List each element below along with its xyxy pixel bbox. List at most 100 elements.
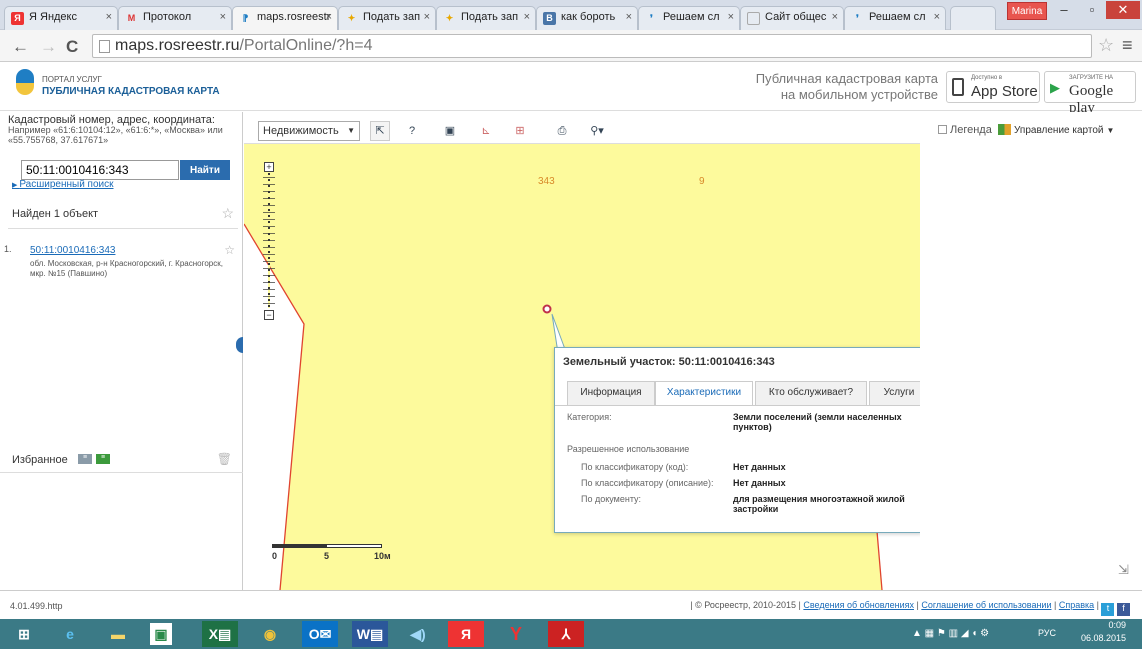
google-play-button[interactable]: ▶ ЗАГРУЗИТЕ НА Google play: [1044, 71, 1136, 116]
outlook-icon[interactable]: O✉: [302, 621, 338, 647]
divider: [555, 405, 920, 406]
cadastral-search-input[interactable]: [21, 160, 179, 180]
reload-icon[interactable]: C: [66, 37, 78, 57]
checkbox[interactable]: [938, 125, 947, 134]
list-item[interactable]: 1. 50:11:0010416:343 ☆ обл. Московская, …: [4, 243, 235, 279]
word-icon[interactable]: W▤: [352, 621, 388, 647]
zoom-in-button[interactable]: +: [264, 162, 274, 172]
tab-info[interactable]: Информация: [567, 381, 655, 405]
close-icon[interactable]: ×: [106, 11, 112, 23]
start-icon[interactable]: ⊞: [6, 621, 42, 647]
chrome-icon[interactable]: ◉: [252, 621, 288, 647]
minimize-icon[interactable]: –: [1050, 1, 1078, 19]
close-icon[interactable]: ×: [220, 11, 226, 23]
yandex-browser-icon[interactable]: Y: [498, 621, 534, 647]
portal-header: ПОРТАЛ УСЛУГ ПУБЛИЧНАЯ КАДАСТРОВАЯ КАРТА…: [0, 63, 1142, 116]
new-tab-button[interactable]: [950, 6, 996, 30]
layer-select[interactable]: Недвижимость ▼: [258, 121, 360, 141]
twitter-icon[interactable]: t: [1101, 603, 1115, 616]
tab-how-to-fight[interactable]: Вкак бороть ×: [536, 6, 638, 30]
close-icon[interactable]: ×: [326, 11, 332, 23]
tab-yandex[interactable]: ЯЯ Яндекс ×: [4, 6, 118, 30]
find-button[interactable]: Найти: [180, 160, 230, 180]
close-icon[interactable]: ×: [728, 11, 734, 23]
store-icon[interactable]: ▣: [150, 623, 172, 645]
tray-icons[interactable]: ▲ ▦ ⚑ ▥ ◢ ◖ ⚙: [912, 628, 989, 639]
area-icon[interactable]: ⊞: [510, 121, 530, 141]
maximize-icon[interactable]: ▫: [1078, 1, 1106, 19]
tab-rosreestr[interactable]: ⁋ maps.rosreestr ×: [232, 6, 338, 31]
agreement-link[interactable]: Соглашение об использовании: [921, 600, 1051, 610]
yandex-icon: Я: [11, 12, 24, 25]
close-window-icon[interactable]: ✕: [1106, 1, 1140, 19]
info-box-icon[interactable]: ▣: [440, 121, 460, 141]
app-store-button[interactable]: Доступно в App Store: [946, 71, 1040, 103]
tab-protocol[interactable]: M Протокол ×: [118, 6, 232, 30]
parcel-popup[interactable]: Земельный участок: 50:11:0010416:343 Инф…: [554, 347, 920, 533]
advanced-search-link[interactable]: ▶ Расширенный поиск: [12, 179, 114, 190]
logo-title[interactable]: ПУБЛИЧНАЯ КАДАСТРОВАЯ КАРТА: [42, 86, 220, 97]
resize-icon[interactable]: ⇲: [1118, 562, 1129, 578]
tab-services[interactable]: Услуги: [869, 381, 920, 405]
forward-icon[interactable]: →: [40, 37, 57, 57]
result-link[interactable]: 50:11:0010416:343: [30, 245, 115, 256]
tab-solve-2[interactable]: ❜ Решаем сл ×: [844, 6, 946, 30]
help-link[interactable]: Справка: [1059, 600, 1094, 610]
measure-icon[interactable]: ⊾: [476, 121, 496, 141]
trash-icon[interactable]: 🗑: [217, 452, 232, 466]
yandex-icon[interactable]: Я: [448, 621, 484, 647]
menu-icon[interactable]: ≡: [1122, 35, 1133, 56]
tab-submit-1[interactable]: ✦ Подать зап ×: [338, 6, 436, 30]
clock[interactable]: 0:09 06.08.2015: [1081, 619, 1126, 645]
page-icon: [99, 40, 110, 53]
category-value: Земли поселений (земли населенных пункто…: [733, 412, 902, 432]
row-label: По классификатору (описание):: [581, 478, 714, 488]
identify-tool-icon[interactable]: ⇱: [370, 121, 390, 141]
acrobat-icon[interactable]: ⅄: [548, 621, 584, 647]
user-badge[interactable]: Marina: [1007, 2, 1047, 20]
zoom-out-button[interactable]: −: [264, 310, 274, 320]
back-icon[interactable]: ←: [12, 37, 29, 57]
divider: [0, 472, 243, 473]
tab-characteristics[interactable]: Характеристики: [655, 381, 753, 406]
legend-toggle[interactable]: Легенда: [938, 124, 992, 136]
scale-bar: [272, 544, 382, 548]
print-icon[interactable]: ⎙: [552, 121, 572, 141]
close-icon[interactable]: ×: [832, 11, 838, 23]
close-icon[interactable]: ×: [934, 11, 940, 23]
tab-submit-2[interactable]: ✦ Подать зап ×: [436, 6, 536, 30]
close-icon[interactable]: ×: [424, 11, 430, 23]
star-icon[interactable]: ☆: [224, 243, 235, 257]
star-icon[interactable]: ☆: [221, 205, 234, 222]
language-indicator[interactable]: РУС: [1038, 628, 1056, 638]
rosreestr-logo-icon[interactable]: [16, 69, 36, 95]
import-icon[interactable]: ≡: [78, 454, 92, 464]
tab-who-serves[interactable]: Кто обслуживает?: [755, 381, 867, 405]
close-icon[interactable]: ×: [626, 11, 632, 23]
media-player-icon[interactable]: ◀): [400, 621, 436, 647]
facebook-icon[interactable]: f: [1117, 603, 1130, 616]
map-area[interactable]: 343 9 + − 0 5 10м Недвижимость ▼ ⇱ ? ▣ ⊾ …: [244, 112, 920, 590]
export-icon[interactable]: ≡: [96, 454, 110, 464]
address-bar: ← → C maps.rosreestr.ru/PortalOnline/?h=…: [0, 30, 1142, 62]
chevron-down-icon: ▼: [1106, 126, 1115, 135]
zoom-ticks: [263, 174, 275, 308]
link-icon[interactable]: ⚲▾: [582, 121, 612, 141]
logo-subtitle: ПОРТАЛ УСЛУГ: [42, 75, 102, 84]
browser-tab-bar: ЯЯ Яндекс × M Протокол × ⁋ maps.rosreestr × ✦…: [0, 0, 1142, 31]
info-tool-icon[interactable]: ?: [402, 121, 422, 141]
map-management-button[interactable]: Управление картой ▼: [998, 124, 1114, 136]
tab-solve-1[interactable]: ❜ Решаем сл ×: [638, 6, 740, 30]
updates-link[interactable]: Сведения об обновлениях: [803, 600, 914, 610]
collapse-sidebar-handle[interactable]: [236, 337, 243, 353]
selected-point-marker[interactable]: [542, 304, 552, 314]
close-icon[interactable]: ×: [524, 11, 530, 23]
star-icon[interactable]: ☆: [1098, 35, 1114, 56]
url-field[interactable]: maps.rosreestr.ru/PortalOnline/?h=4: [92, 34, 1092, 58]
permitted-use-label: Разрешенное использование: [567, 444, 690, 454]
grid-icon: [998, 124, 1011, 135]
tab-site[interactable]: Сайт общес ×: [740, 6, 844, 30]
ie-icon[interactable]: e: [52, 621, 88, 647]
explorer-icon[interactable]: ▬: [100, 621, 136, 647]
excel-icon[interactable]: X▤: [202, 621, 238, 647]
